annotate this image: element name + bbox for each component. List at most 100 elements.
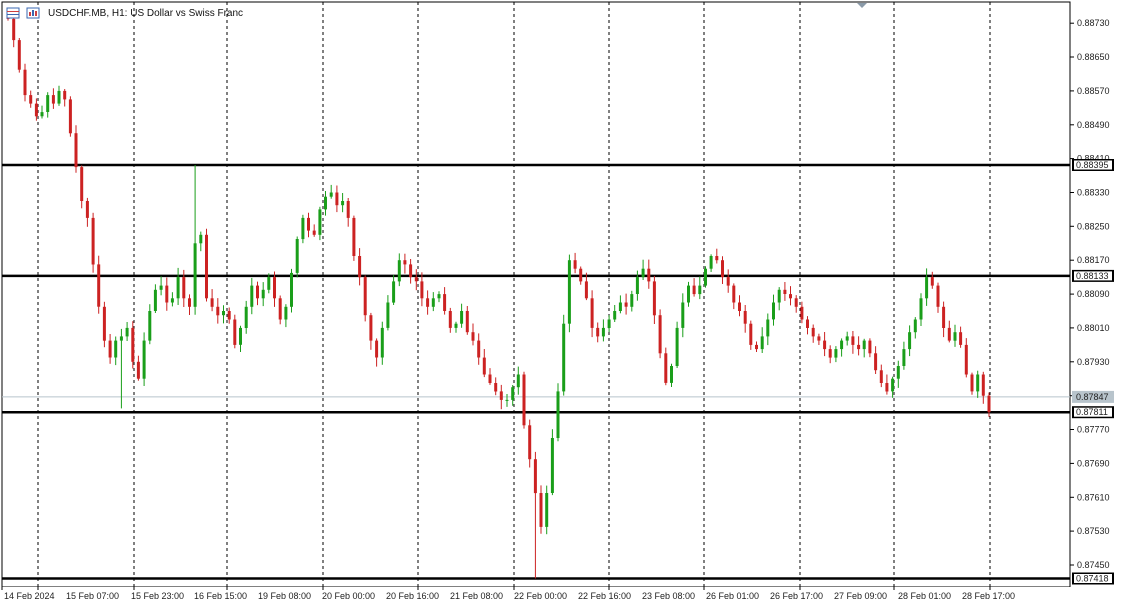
candle-body: [199, 234, 203, 244]
candle-61: [352, 215, 356, 261]
candle-19: [114, 336, 118, 366]
candle-body: [772, 302, 775, 320]
grid-layer: [37, 2, 991, 587]
scroll-marker-icon[interactable]: [857, 3, 867, 8]
candle-146: [834, 346, 838, 363]
candle-95: [545, 485, 549, 535]
candle-63: [363, 275, 367, 322]
candle-body: [862, 340, 866, 350]
candle-body: [392, 281, 396, 303]
price-label-2: 0.88570: [1077, 86, 1110, 96]
candle-100: [573, 252, 577, 274]
candle-body: [590, 298, 594, 328]
candle-167: [953, 324, 957, 347]
candle-body: [845, 336, 849, 341]
candle-body: [131, 327, 135, 362]
candle-129: [738, 295, 741, 317]
candle-119: [681, 293, 685, 338]
chart-window[interactable]: 0.88730 0.88650 0.88570 0.88490 0.88410 0.883…: [0, 0, 1124, 603]
candle-body: [573, 260, 577, 269]
candle-99: [567, 254, 571, 333]
candle-body: [584, 281, 588, 299]
candle-body: [976, 374, 980, 392]
candle-53: [307, 212, 310, 238]
candle-93: [533, 451, 537, 579]
candle-body: [919, 298, 923, 320]
time-label-13: 27 Feb 09:00: [834, 591, 887, 601]
candle-87: [499, 384, 503, 410]
candle-44: [256, 281, 259, 306]
time-label-8: 22 Feb 00:00: [514, 591, 567, 601]
candle-162: [925, 268, 929, 306]
candle-137: [783, 282, 787, 301]
candle-71: [409, 259, 413, 284]
candle-164: [936, 282, 940, 313]
candle-92: [528, 419, 532, 468]
candle-body: [732, 285, 736, 303]
plot-area[interactable]: [1, 1, 1071, 588]
candle-21: [125, 322, 129, 341]
candle-143: [817, 333, 821, 345]
candle-body: [681, 302, 685, 328]
candle-body: [936, 285, 940, 307]
candle-35: [205, 228, 208, 302]
candle-68: [392, 275, 396, 305]
candle-7: [46, 92, 50, 118]
candle-body: [358, 256, 362, 278]
time-label-14: 28 Feb 01:00: [898, 591, 951, 601]
candle-37: [216, 298, 220, 324]
price-label-13: 0.87690: [1077, 458, 1110, 468]
level-tag-label-1: 0.88133: [1076, 271, 1109, 281]
candle-body: [222, 311, 225, 316]
time-label-3: 16 Feb 15:00: [194, 591, 247, 601]
candle-body: [250, 285, 254, 307]
candle-body: [335, 192, 339, 206]
candle-112: [641, 259, 645, 280]
candle-55: [318, 206, 322, 241]
candle-18: [108, 334, 112, 364]
candle-body: [709, 256, 713, 269]
chart-properties-icon[interactable]: [26, 7, 40, 19]
candle-57: [329, 184, 333, 199]
chart-grid-icon[interactable]: [6, 7, 20, 19]
candle-body: [896, 366, 900, 379]
candle-body: [267, 277, 271, 290]
candle-body: [363, 277, 367, 316]
candle-body: [511, 387, 515, 400]
candle-89: [511, 385, 515, 406]
candle-138: [789, 286, 792, 306]
candle-120: [687, 281, 690, 307]
candle-body: [522, 374, 526, 426]
candle-body: [426, 298, 430, 307]
candle-50: [290, 268, 293, 313]
candle-body: [284, 306, 288, 320]
candle-14: [85, 197, 89, 227]
price-label-5: 0.88330: [1077, 188, 1110, 198]
candle-149: [851, 331, 855, 354]
candle-150: [857, 336, 861, 356]
candle-104: [596, 322, 600, 343]
candle-body: [658, 315, 662, 354]
candle-body: [448, 311, 452, 328]
candle-121: [692, 278, 696, 297]
candle-body: [811, 327, 815, 337]
time-label-9: 22 Feb 16:00: [578, 591, 631, 601]
candle-body: [437, 294, 441, 299]
candle-body: [210, 298, 214, 307]
candle-body: [743, 311, 747, 324]
candle-6: [40, 105, 44, 119]
candle-58: [335, 185, 339, 213]
candle-26: [153, 284, 157, 313]
price-chart[interactable]: 0.887300.886500.885700.884900.884100.883…: [0, 0, 1124, 603]
candle-9: [57, 85, 61, 106]
candle-body: [755, 344, 758, 350]
candle-body: [562, 323, 566, 392]
candle-body: [947, 327, 951, 341]
candle-34: [199, 231, 203, 252]
candle-body: [170, 298, 174, 303]
price-axis[interactable]: 0.887300.886500.885700.884900.884100.883…: [1070, 18, 1114, 585]
candle-body: [704, 268, 707, 286]
candle-62: [358, 248, 362, 286]
candle-139: [794, 295, 798, 313]
candle-8: [51, 88, 55, 109]
